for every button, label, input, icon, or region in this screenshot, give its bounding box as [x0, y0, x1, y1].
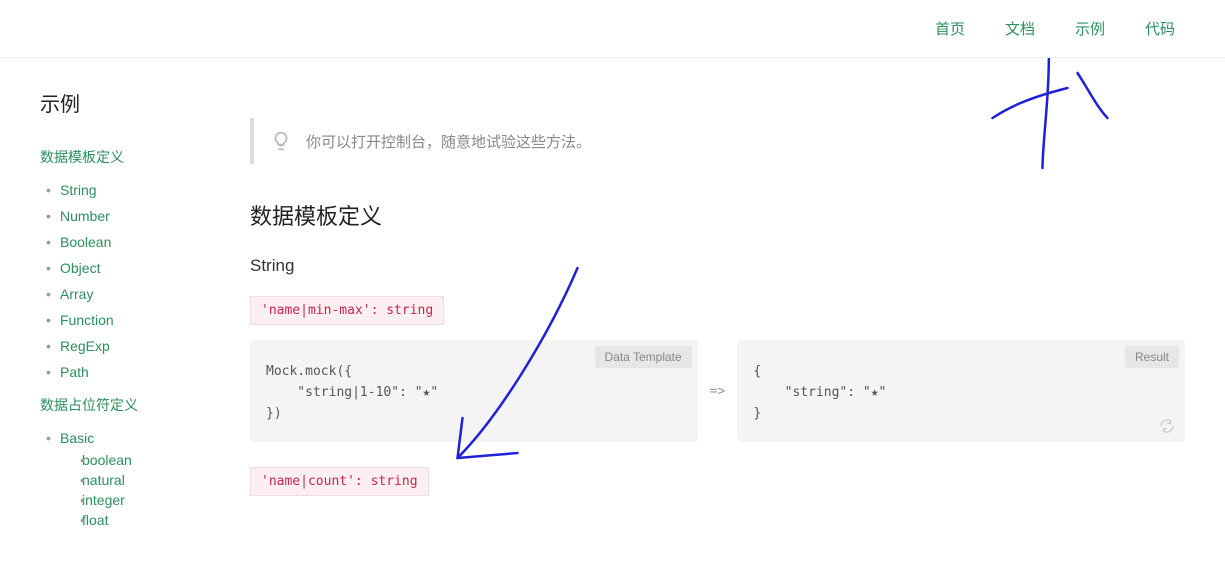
top-nav: 首页 文档 示例 代码: [0, 0, 1225, 58]
nav-examples[interactable]: 示例: [1075, 18, 1105, 39]
template-code: Mock.mock({ "string|1-10": "★" }): [266, 362, 682, 424]
sidebar-item-regexp[interactable]: RegExp: [60, 338, 110, 354]
sidebar-sub-basic: boolean natural integer float: [60, 450, 200, 530]
sidebar-item-function[interactable]: Function: [60, 312, 114, 328]
result-label: Result: [1125, 346, 1179, 368]
arrow-symbol: =>: [710, 384, 726, 399]
nav-code[interactable]: 代码: [1145, 18, 1175, 39]
sidebar-list-dpd: Basic boolean natural integer float: [40, 425, 200, 535]
result-code: { "string": "★" }: [753, 362, 1169, 424]
sidebar-sub-integer[interactable]: integer: [82, 492, 125, 508]
sidebar-item-path[interactable]: Path: [60, 364, 89, 380]
sub-heading-string: String: [250, 256, 1185, 276]
sidebar: 示例 数据模板定义 String Number Boolean Object A…: [0, 58, 210, 541]
tip-text: 你可以打开控制台，随意地试验这些方法。: [306, 131, 591, 152]
main-content: 你可以打开控制台，随意地试验这些方法。 数据模板定义 String 'name|…: [210, 58, 1225, 541]
tip-box: 你可以打开控制台，随意地试验这些方法。: [250, 118, 1185, 164]
container: 示例 数据模板定义 String Number Boolean Object A…: [0, 58, 1225, 541]
sidebar-list-dtd: String Number Boolean Object Array Funct…: [40, 177, 200, 385]
sidebar-sub-float[interactable]: float: [82, 512, 108, 528]
sidebar-item-string[interactable]: String: [60, 182, 97, 198]
template-label: Data Template: [595, 346, 692, 368]
sidebar-section-dpd[interactable]: 数据占位符定义: [40, 395, 200, 415]
demo-row-1: Data Template Mock.mock({ "string|1-10":…: [250, 340, 1185, 442]
syntax-minmax: 'name|min-max': string: [250, 296, 444, 325]
sidebar-item-basic[interactable]: Basic: [60, 430, 94, 446]
sidebar-item-array[interactable]: Array: [60, 286, 93, 302]
template-box: Data Template Mock.mock({ "string|1-10":…: [250, 340, 698, 442]
main-heading: 数据模板定义: [250, 199, 1185, 231]
sidebar-title: 示例: [40, 88, 200, 117]
nav-docs[interactable]: 文档: [1005, 18, 1035, 39]
lightbulb-icon: [270, 130, 292, 152]
nav-home[interactable]: 首页: [935, 18, 965, 39]
sidebar-sub-boolean[interactable]: boolean: [82, 452, 132, 468]
refresh-icon[interactable]: [1159, 418, 1175, 434]
result-box: Result { "string": "★" }: [737, 340, 1185, 442]
sidebar-item-object[interactable]: Object: [60, 260, 100, 276]
sidebar-section-dtd[interactable]: 数据模板定义: [40, 147, 200, 167]
sidebar-item-boolean[interactable]: Boolean: [60, 234, 111, 250]
sidebar-item-number[interactable]: Number: [60, 208, 110, 224]
syntax-count: 'name|count': string: [250, 467, 429, 496]
sidebar-sub-natural[interactable]: natural: [82, 472, 125, 488]
